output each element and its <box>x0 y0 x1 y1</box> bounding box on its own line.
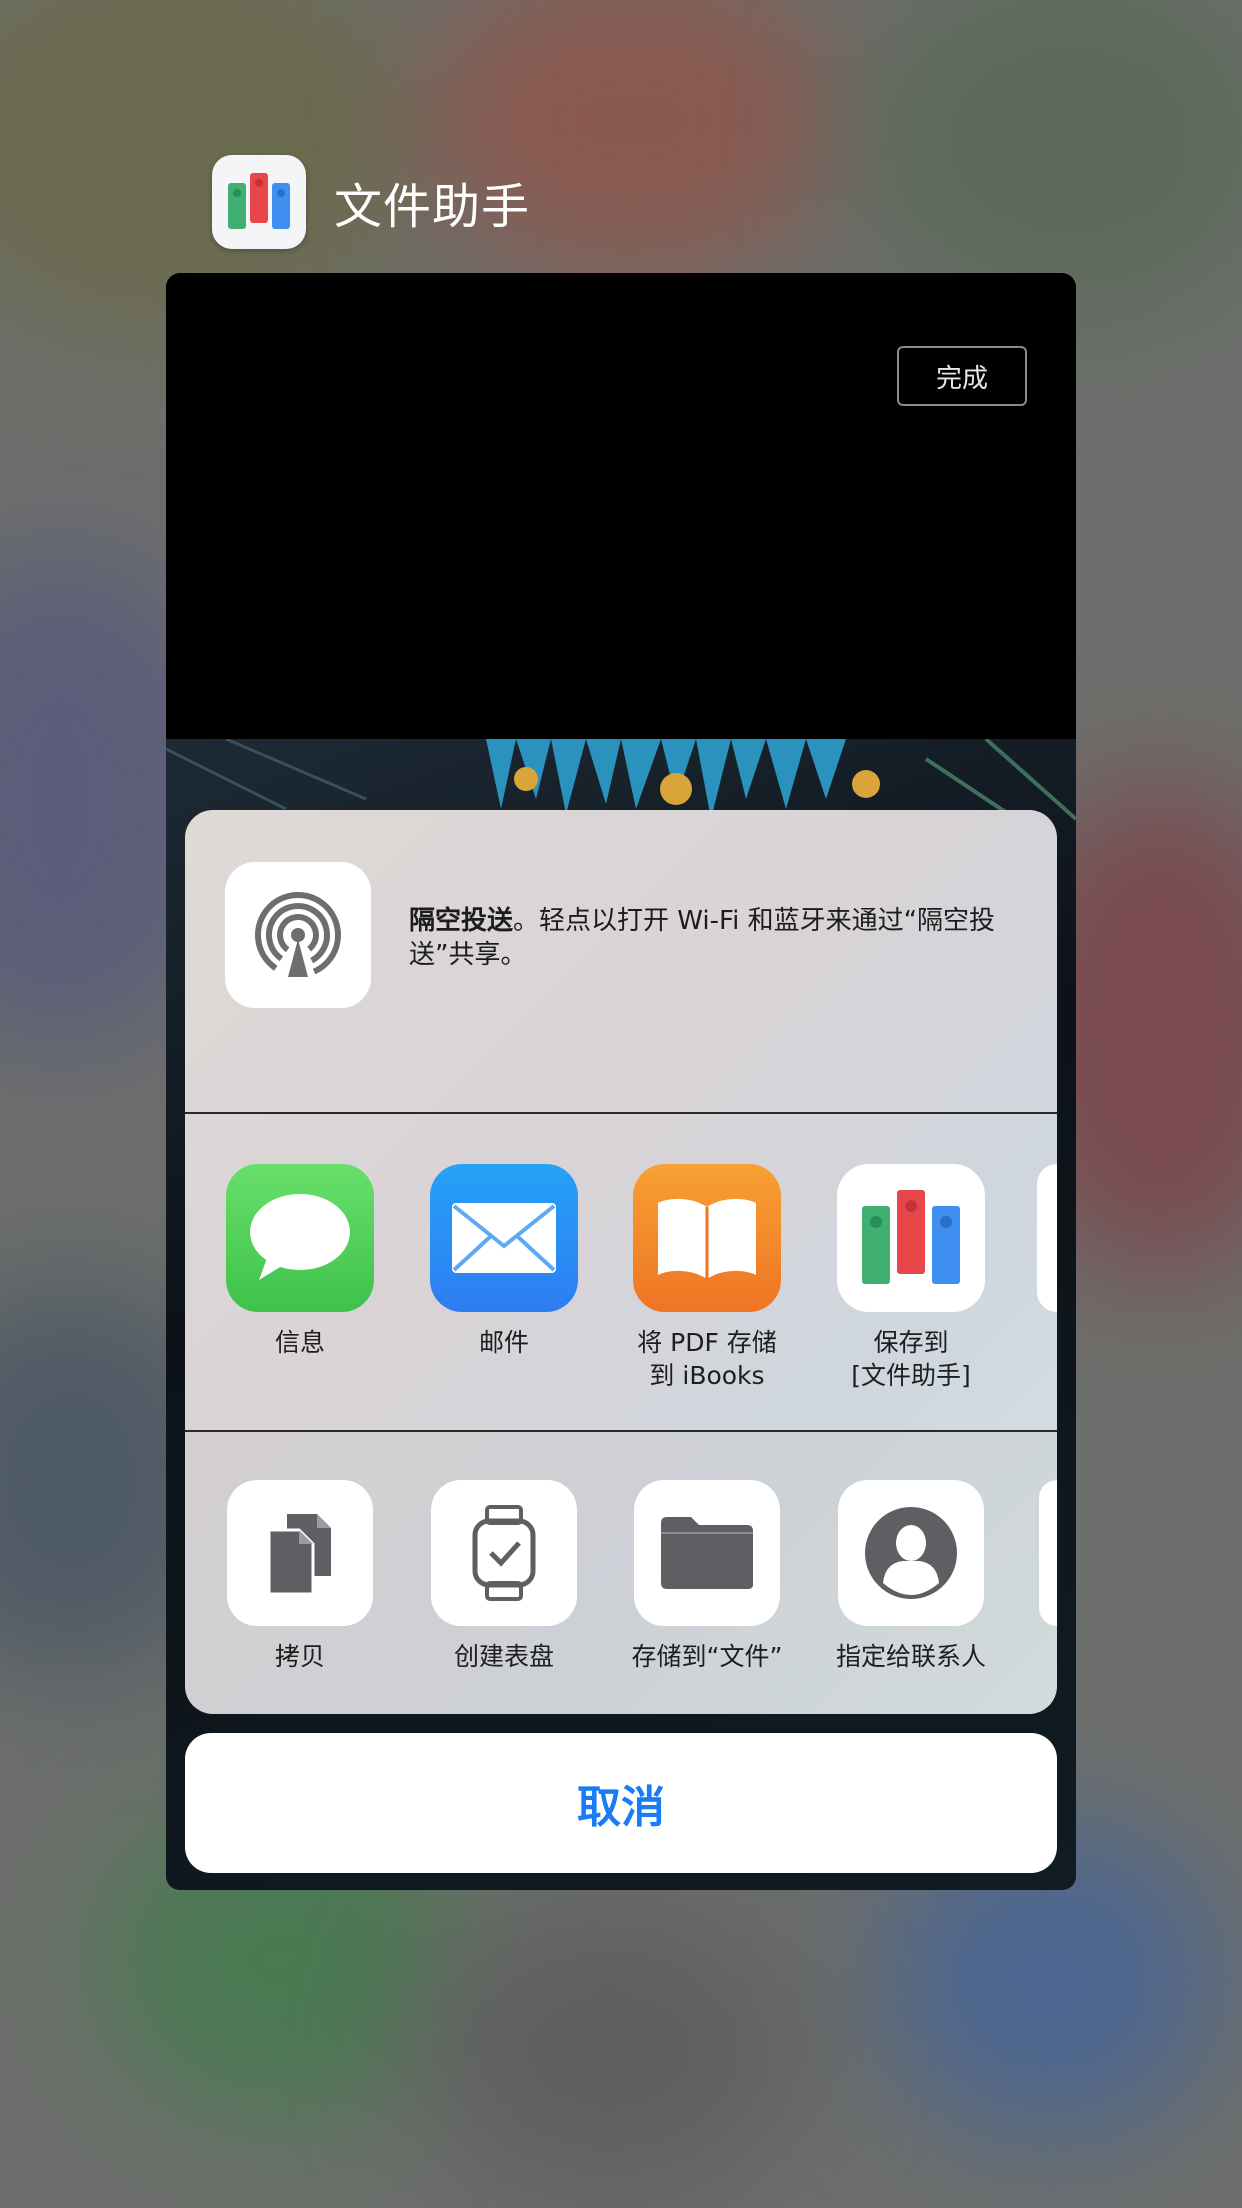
action-label: 指定给联系人 <box>835 1642 986 1671</box>
share-app-label: 将 PDF 存储 到 iBooks <box>637 1328 777 1390</box>
airdrop-title: 隔空投送 <box>409 906 514 936</box>
contact-icon <box>838 1480 984 1626</box>
done-button[interactable]: 完成 <box>897 346 1027 406</box>
ibooks-icon <box>633 1164 781 1312</box>
share-apps-row: 信息 邮件 将 PDF 存储 到 iBooks 保存到 [文件助手] <box>185 1114 1057 1430</box>
folder-icon <box>634 1480 780 1626</box>
watch-face-icon <box>431 1480 577 1626</box>
app-title: 文件助手 <box>334 179 531 235</box>
file-assistant-icon <box>837 1164 985 1312</box>
more-apps-peek[interactable] <box>1037 1164 1057 1312</box>
share-app-label: 保存到 [文件助手] <box>851 1328 971 1390</box>
messages-icon <box>226 1164 374 1312</box>
share-sheet: 隔空投送。轻点以打开 Wi-Fi 和蓝牙来通过“隔空投送”共享。 信息 邮件 将… <box>185 810 1057 1714</box>
action-label: 存储到“文件” <box>631 1642 783 1671</box>
airdrop-section[interactable]: 隔空投送。轻点以打开 Wi-Fi 和蓝牙来通过“隔空投送”共享。 <box>185 810 1057 1112</box>
action-label: 创建表盘 <box>453 1642 554 1671</box>
file-assistant-icon <box>212 155 306 249</box>
action-assign-to-contact[interactable]: 指定给联系人 <box>816 1480 1006 1673</box>
cancel-button[interactable]: 取消 <box>185 1733 1057 1873</box>
share-app-mail[interactable]: 邮件 <box>409 1164 599 1359</box>
share-app-messages[interactable]: 信息 <box>205 1164 395 1359</box>
mail-icon <box>430 1164 578 1312</box>
airdrop-description: 隔空投送。轻点以打开 Wi-Fi 和蓝牙来通过“隔空投送”共享。 <box>409 904 1019 972</box>
share-app-label: 邮件 <box>478 1328 529 1357</box>
airdrop-icon[interactable] <box>225 862 371 1008</box>
share-app-label: 信息 <box>274 1328 325 1357</box>
app-header: 文件助手 <box>212 155 530 249</box>
action-label: 拷贝 <box>274 1642 325 1671</box>
actions-row: 拷贝 创建表盘 存储到“文件” 指定给联系人 <box>185 1432 1057 1714</box>
share-app-file-assistant[interactable]: 保存到 [文件助手] <box>816 1164 1006 1392</box>
action-copy[interactable]: 拷贝 <box>205 1480 395 1673</box>
action-create-watch-face[interactable]: 创建表盘 <box>409 1480 599 1673</box>
more-actions-peek[interactable] <box>1039 1480 1057 1626</box>
action-save-to-files[interactable]: 存储到“文件” <box>612 1480 802 1673</box>
copy-icon <box>227 1480 373 1626</box>
share-app-ibooks[interactable]: 将 PDF 存储 到 iBooks <box>612 1164 802 1392</box>
